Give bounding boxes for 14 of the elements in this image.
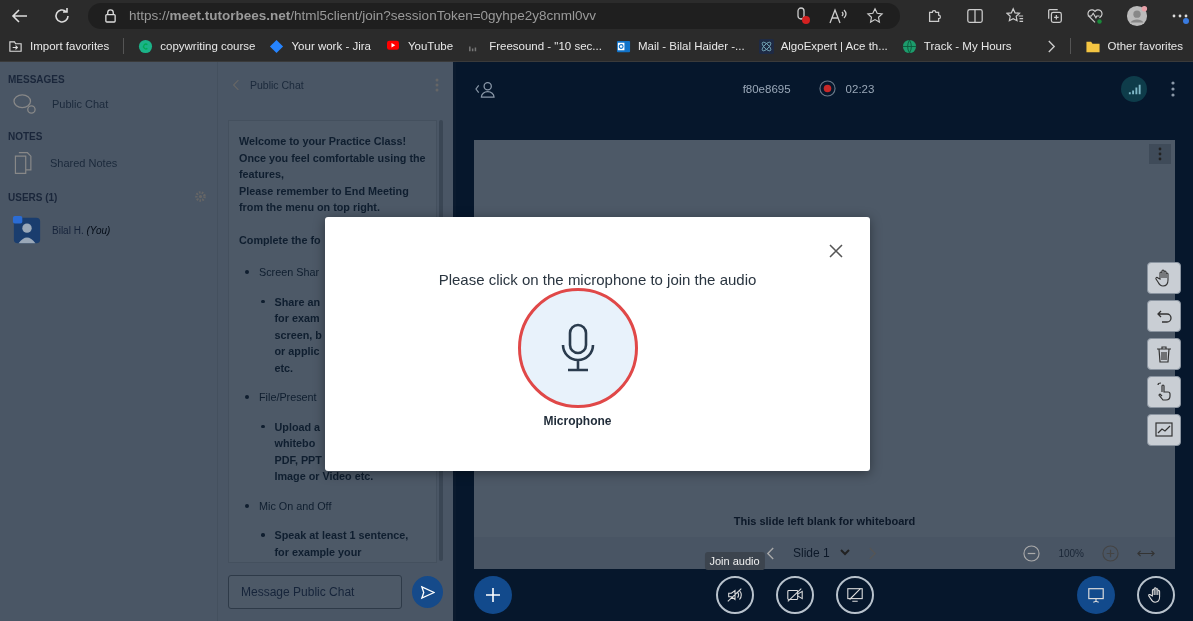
tooltip: Join audio bbox=[704, 552, 765, 570]
list-item: Share an for exam screen, b or applic etc. bbox=[274, 294, 322, 376]
meeting-name: f80e8695 bbox=[742, 82, 791, 95]
list-item: Upload a whitebo PDF, PPT Image or Video etc. bbox=[274, 419, 374, 484]
recording-time: 02:23 bbox=[845, 82, 875, 95]
dialog-title: Please click on the microphone to join the audio bbox=[438, 271, 757, 288]
chat-message: Welcome to your Practice Class! Once you feel comfortable using the features, Please remember to End Meeting from the menu on top right. bbox=[239, 134, 427, 215]
list-item: File/Present bbox=[259, 390, 317, 405]
list-item: Mic On and Off bbox=[259, 498, 332, 514]
chat-message: Complete the fo bbox=[239, 232, 322, 248]
slide-caption: This slide left blank for whiteboard bbox=[732, 515, 917, 529]
list-item: Screen Shar bbox=[259, 265, 319, 280]
list-item: Speak at least 1 sentence, for example your bbox=[274, 528, 409, 560]
option-label: Microphone bbox=[543, 414, 612, 428]
